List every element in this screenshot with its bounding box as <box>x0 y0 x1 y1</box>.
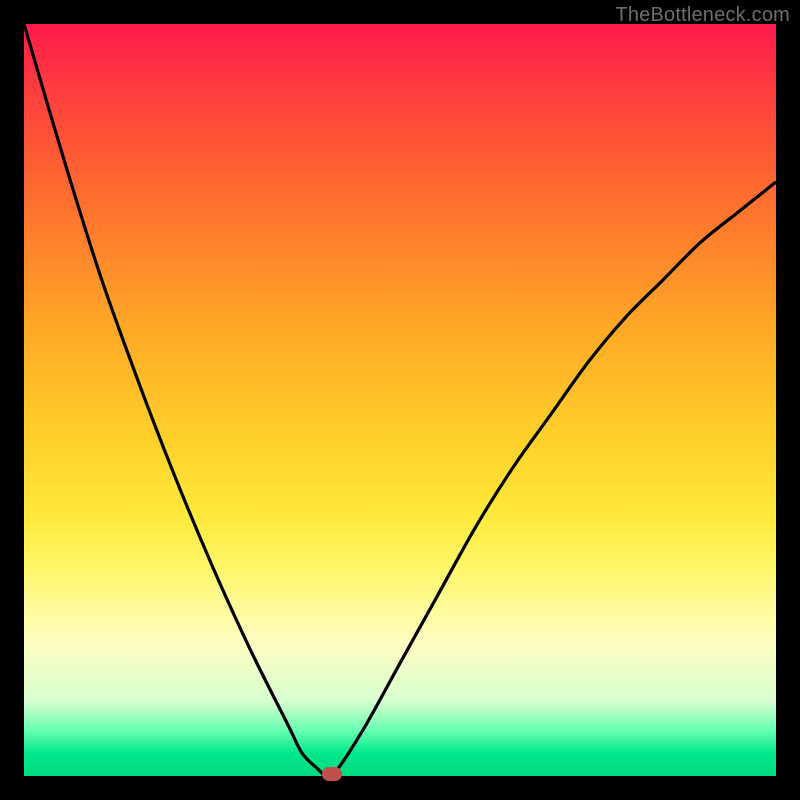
watermark-text: TheBottleneck.com <box>615 4 790 27</box>
curve-path <box>24 24 776 776</box>
plot-area <box>24 24 776 776</box>
chart-frame: TheBottleneck.com <box>0 0 800 800</box>
bottleneck-curve <box>24 24 776 776</box>
optimal-marker <box>322 767 342 781</box>
